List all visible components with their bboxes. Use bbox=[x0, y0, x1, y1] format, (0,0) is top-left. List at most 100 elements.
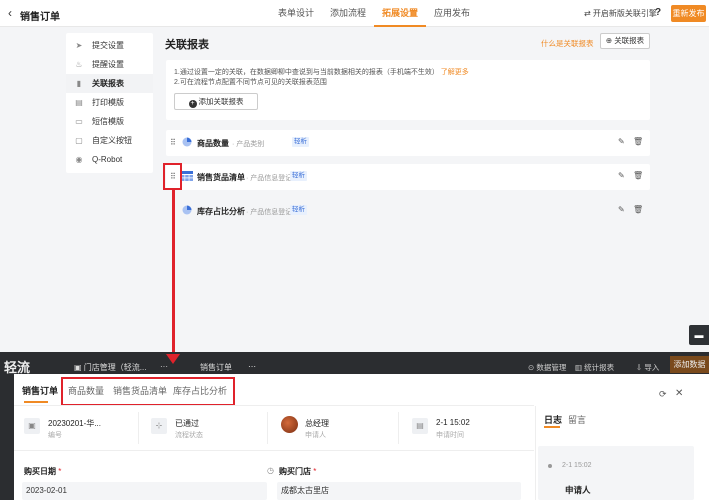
refresh-icon[interactable]: ⟳ bbox=[659, 389, 667, 400]
log-entry bbox=[538, 446, 694, 500]
flow-icon: ⊹ bbox=[151, 418, 167, 434]
info-key: 申请人 bbox=[305, 432, 326, 439]
sidebar-item-print-template[interactable]: ▤ 打印模版 bbox=[66, 93, 153, 112]
pie-chart-icon bbox=[182, 137, 192, 147]
edit-icon[interactable]: ✎ bbox=[618, 171, 625, 180]
bg-import[interactable]: ⇩ 导入 bbox=[636, 362, 659, 373]
edit-icon[interactable]: ✎ bbox=[618, 137, 625, 146]
info-key: 申请时间 bbox=[436, 432, 464, 439]
active-tab-indicator bbox=[24, 401, 48, 403]
add-related-report-top-button[interactable]: ⊕ 关联报表 bbox=[600, 33, 650, 49]
report-tag: 轻析 bbox=[290, 171, 307, 181]
sidebar-item-label: 自定义按钮 bbox=[92, 136, 132, 145]
bg-app-name[interactable]: ▣ 门店管理（轻流... bbox=[74, 362, 146, 373]
report-name: 销售货品清单 bbox=[197, 173, 245, 182]
trash-icon[interactable]: 🗑 bbox=[633, 137, 643, 146]
report-name: 商品数量 bbox=[197, 139, 229, 148]
calendar-icon: ▤ bbox=[412, 418, 428, 434]
sidebar-item-label: 打印模版 bbox=[92, 98, 124, 107]
divider bbox=[138, 412, 139, 444]
tab-add-flow[interactable]: 添加流程 bbox=[322, 0, 374, 27]
highlight-box-report-tabs bbox=[61, 377, 235, 406]
info-value: 20230201-华... bbox=[48, 419, 101, 428]
chat-icon[interactable]: ▬ bbox=[689, 325, 709, 345]
sidebar-item-custom-button[interactable]: ▢ 自定义按钮 bbox=[66, 131, 153, 150]
settings-sidebar: ➤ 提交设置 ♨ 提醒设置 ▮ 关联报表 ▤ 打印模版 ▭ 短信模版 ▢ 自定义… bbox=[66, 33, 153, 173]
drag-handle-icon[interactable]: ⠿ bbox=[170, 138, 176, 147]
close-icon[interactable]: ✕ bbox=[675, 388, 683, 399]
report-source: · 产品信息登记 bbox=[246, 209, 293, 216]
tab-form-design[interactable]: 表单设计 bbox=[270, 0, 322, 27]
page-title: 销售订单 bbox=[20, 12, 60, 23]
sidebar-item-label: 关联报表 bbox=[92, 79, 124, 88]
report-source: · 产品信息登记 bbox=[246, 175, 293, 182]
report-tag: 轻析 bbox=[292, 137, 309, 147]
sidebar-item-related-reports[interactable]: ▮ 关联报表 bbox=[66, 74, 153, 93]
link-icon: ▮ bbox=[76, 79, 82, 88]
info-value: 总经理 bbox=[305, 419, 329, 428]
sidebar-item-submit-settings[interactable]: ➤ 提交设置 bbox=[66, 36, 153, 55]
description-line-2: 2.可在流程节点配置不同节点可见的关联报表范围 bbox=[174, 79, 327, 86]
tab-extension-settings[interactable]: 拓展设置 bbox=[374, 0, 427, 27]
purchase-date-field[interactable]: 2023-02-01 bbox=[22, 482, 267, 500]
top-nav: 表单设计 添加流程 拓展设置 应用发布 bbox=[270, 0, 478, 27]
chevron-left-icon[interactable]: ‹ bbox=[8, 7, 12, 19]
section-title: 关联报表 bbox=[165, 39, 209, 51]
republish-button[interactable]: 重新发布 bbox=[671, 5, 706, 22]
sidebar-item-label: Q-Robot bbox=[92, 155, 123, 164]
active-tab-indicator bbox=[544, 426, 560, 428]
info-value: 已通过 bbox=[175, 419, 199, 428]
divider bbox=[14, 450, 534, 451]
report-row[interactable]: ⠿ 销售货品清单 · 产品信息登记 轻析 ✎ 🗑 bbox=[166, 164, 650, 190]
robot-icon: ◉ bbox=[75, 155, 83, 164]
report-tag: 轻析 bbox=[290, 205, 307, 215]
bg-form-name: 销售订单 bbox=[200, 363, 232, 372]
tab-sales-order[interactable]: 销售订单 bbox=[22, 384, 58, 397]
sms-icon: ▭ bbox=[75, 117, 83, 126]
report-row[interactable]: 库存占比分析 · 产品信息登记 轻析 ✎ 🗑 bbox=[166, 198, 650, 224]
sidebar-item-sms-template[interactable]: ▭ 短信模版 bbox=[66, 112, 153, 131]
pie-chart-icon bbox=[182, 205, 192, 215]
divider bbox=[14, 405, 534, 406]
id-icon: ▣ bbox=[24, 418, 40, 434]
divider bbox=[267, 412, 268, 444]
report-row[interactable]: ⠿ 商品数量 · 产品类别 轻析 ✎ 🗑 bbox=[166, 130, 650, 156]
bg-share[interactable]: ⋯ bbox=[248, 362, 256, 371]
bg-add-data-button[interactable]: 添加数据 bbox=[670, 356, 709, 373]
sidebar-item-label: 提交设置 bbox=[92, 41, 124, 50]
plus-circle-icon: + bbox=[188, 100, 197, 108]
trash-icon[interactable]: 🗑 bbox=[633, 171, 643, 180]
info-key: 流程状态 bbox=[175, 432, 203, 439]
plus-circle-icon: ⊕ bbox=[605, 36, 615, 45]
what-is-related-report-link[interactable]: 什么是关联报表 bbox=[541, 38, 594, 49]
log-actor: 申请人 bbox=[565, 485, 591, 495]
sidebar-item-reminder-settings[interactable]: ♨ 提醒设置 bbox=[66, 55, 153, 74]
learn-more-link[interactable]: 了解更多 bbox=[441, 69, 469, 76]
sidebar-item-q-robot[interactable]: ◉ Q-Robot bbox=[66, 150, 153, 169]
send-icon: ➤ bbox=[75, 41, 83, 50]
edit-icon[interactable]: ✎ bbox=[618, 205, 625, 214]
highlight-box-drag-handle bbox=[163, 163, 182, 190]
bg-stats-report[interactable]: ▥ 统计报表 bbox=[575, 362, 614, 373]
purchase-store-field[interactable]: 成都太古里店 bbox=[277, 482, 521, 500]
button-icon: ▢ bbox=[75, 136, 83, 145]
info-key: 编号 bbox=[48, 432, 62, 439]
help-icon[interactable]: ? bbox=[655, 7, 661, 18]
bell-icon: ♨ bbox=[75, 60, 83, 69]
tab-comments[interactable]: 留言 bbox=[568, 413, 586, 426]
add-related-report-button[interactable]: + 添加关联报表 bbox=[174, 93, 258, 110]
bg-data-management[interactable]: ⊙ 数据管理 bbox=[528, 362, 566, 373]
sidebar-item-label: 提醒设置 bbox=[92, 60, 124, 69]
new-engine-link[interactable]: ⇄ 开启新版关联引擎 bbox=[584, 8, 657, 19]
sidebar-item-label: 短信模版 bbox=[92, 117, 124, 126]
report-source: · 产品类别 bbox=[232, 141, 265, 148]
clock-icon: ◷ bbox=[267, 466, 274, 475]
divider bbox=[398, 412, 399, 444]
trash-icon[interactable]: 🗑 bbox=[633, 205, 643, 214]
field-label-purchase-store: 购买门店 * bbox=[279, 467, 317, 476]
annotation-arrow-line bbox=[172, 189, 175, 354]
tab-app-publish[interactable]: 应用发布 bbox=[426, 0, 478, 27]
tab-log[interactable]: 日志 bbox=[544, 413, 562, 426]
avatar bbox=[281, 416, 298, 433]
annotation-arrow-head bbox=[166, 354, 180, 364]
